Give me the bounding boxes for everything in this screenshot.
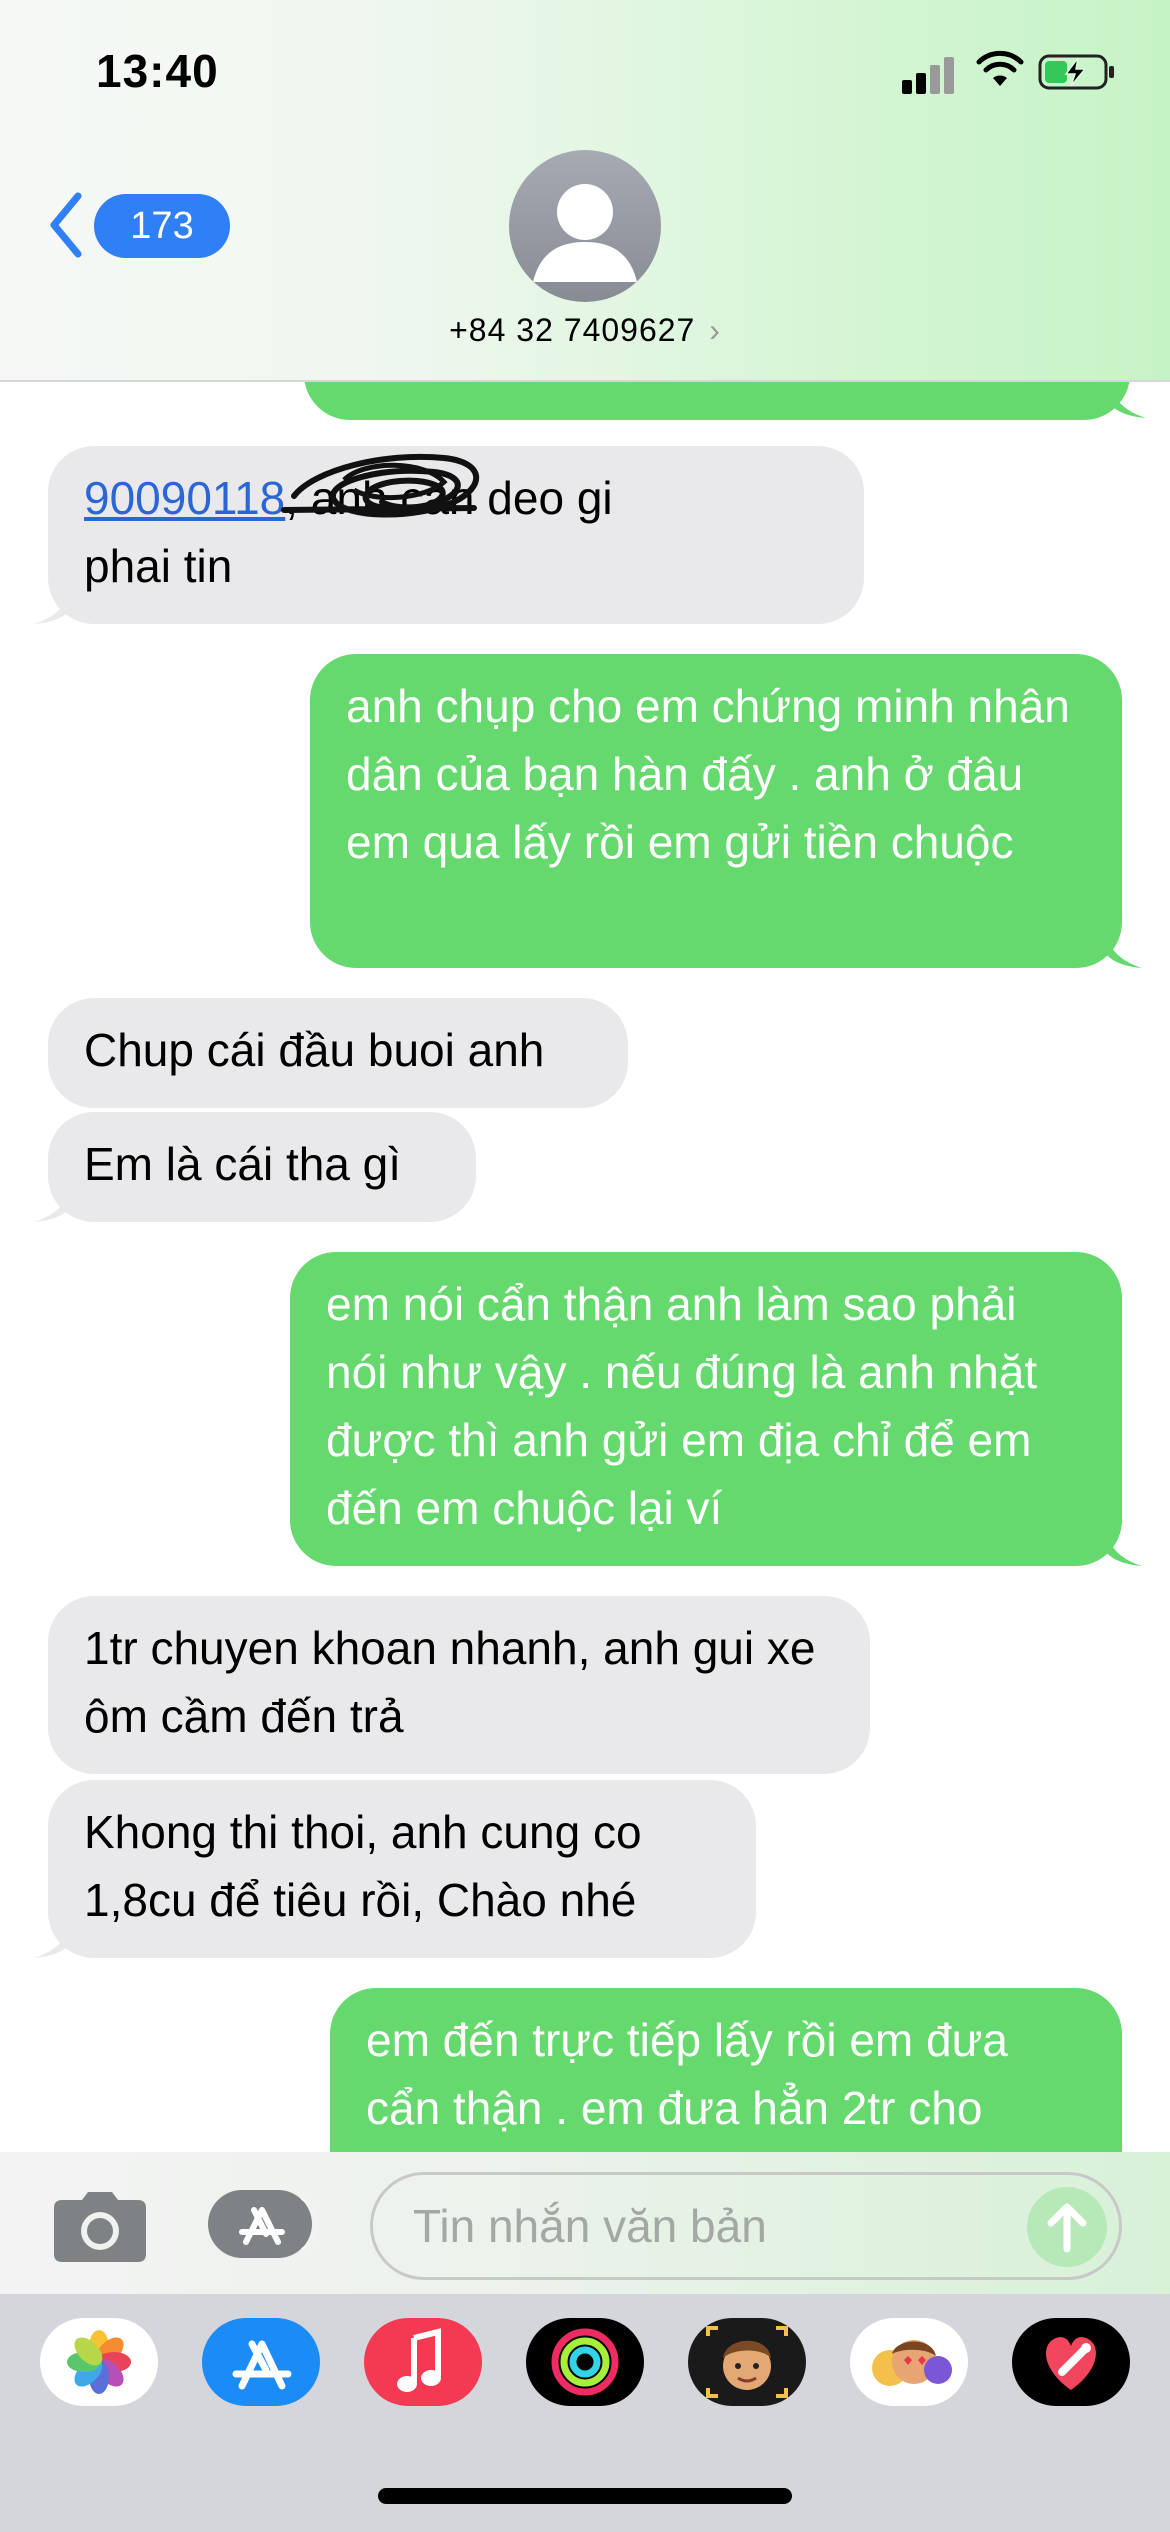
status-time: 13:40 [96, 45, 219, 97]
send-button[interactable] [1027, 2187, 1107, 2267]
animoji-stickers-icon [872, 2340, 952, 2386]
arrow-up-icon [1047, 2203, 1087, 2253]
bubble-tail [1110, 382, 1146, 418]
contact-number: +84 32 7409627 [449, 312, 696, 348]
battery-charging-icon [1038, 54, 1114, 90]
message-text: em nói cẩn thận anh làm sao phải nói như… [326, 1278, 1038, 1534]
conversation-header: 13:40 173 +84 32 7409627 › [0, 0, 1170, 382]
app-store-app-button[interactable] [202, 2318, 320, 2406]
message-text: anh chụp cho em chứng minh nhân dân của … [346, 680, 1070, 868]
bubble-tail [34, 1922, 70, 1958]
redaction-scribble [281, 453, 480, 518]
digital-touch-app-button[interactable] [1012, 2318, 1130, 2406]
bubble-tail [34, 588, 70, 624]
message-bubble-incoming[interactable]: Chup cái đầu buoi anh [48, 998, 628, 1108]
app-store-icon [208, 2190, 320, 2258]
photos-icon [67, 2330, 131, 2394]
back-button[interactable]: 173 [46, 186, 230, 262]
chevron-right-icon: › [709, 312, 721, 348]
memoji-app-button[interactable] [688, 2318, 806, 2406]
home-indicator[interactable] [378, 2488, 792, 2504]
message-bubble-incoming[interactable]: Khong thi thoi, anh cung co 1,8cu để tiê… [48, 1780, 756, 1958]
memoji-icon [706, 2326, 788, 2398]
message-text: Chup cái đầu buoi anh [84, 1024, 545, 1076]
bubble-tail [34, 1186, 70, 1222]
message-text: Khong thi thoi, anh cung co 1,8cu để tiê… [84, 1806, 642, 1926]
message-bubble-outgoing[interactable]: em nói cẩn thận anh làm sao phải nói như… [290, 1252, 1122, 1566]
person-silhouette-icon [533, 184, 637, 282]
compose-bar: Tin nhắn văn bản [0, 2152, 1170, 2294]
message-input-placeholder: Tin nhắn văn bản [413, 2200, 767, 2252]
music-app-button[interactable] [364, 2318, 482, 2406]
app-store-icon [232, 2340, 292, 2390]
music-icon [397, 2328, 441, 2392]
message-text: em đến trực tiếp lấy rồi em đưa cẩn thận… [366, 2014, 1008, 2134]
camera-icon[interactable] [52, 2190, 148, 2264]
chevron-left-icon [50, 192, 82, 258]
cellular-signal-icon [902, 54, 962, 94]
digital-touch-icon [1046, 2337, 1096, 2390]
unread-count-badge: 173 [94, 194, 230, 258]
memoji-stickers-app-button[interactable] [850, 2318, 968, 2406]
bubble-tail [1106, 1530, 1142, 1566]
activity-app-button[interactable] [526, 2318, 644, 2406]
message-bubble-outgoing[interactable]: anh chụp cho em chứng minh nhân dân của … [310, 654, 1122, 968]
message-text: Em là cái tha gì [84, 1138, 402, 1190]
photos-app-button[interactable] [40, 2318, 158, 2406]
phone-number-link[interactable]: 90090118 [84, 472, 285, 524]
apps-button[interactable] [206, 2188, 320, 2260]
message-bubble-incoming[interactable]: Em là cái tha gì [48, 1112, 476, 1222]
message-input[interactable]: Tin nhắn văn bản [370, 2172, 1122, 2280]
bubble-tail [1106, 932, 1142, 968]
contact-name-button[interactable]: +84 32 7409627 › [0, 312, 1170, 349]
message-text: 1tr chuyen khoan nhanh, anh gui xe ôm cầ… [84, 1622, 816, 1742]
message-bubble-incoming[interactable]: 1tr chuyen khoan nhanh, anh gui xe ôm cầ… [48, 1596, 870, 1774]
contact-avatar[interactable] [509, 150, 661, 302]
activity-icon [551, 2328, 619, 2396]
wifi-icon [976, 50, 1024, 86]
